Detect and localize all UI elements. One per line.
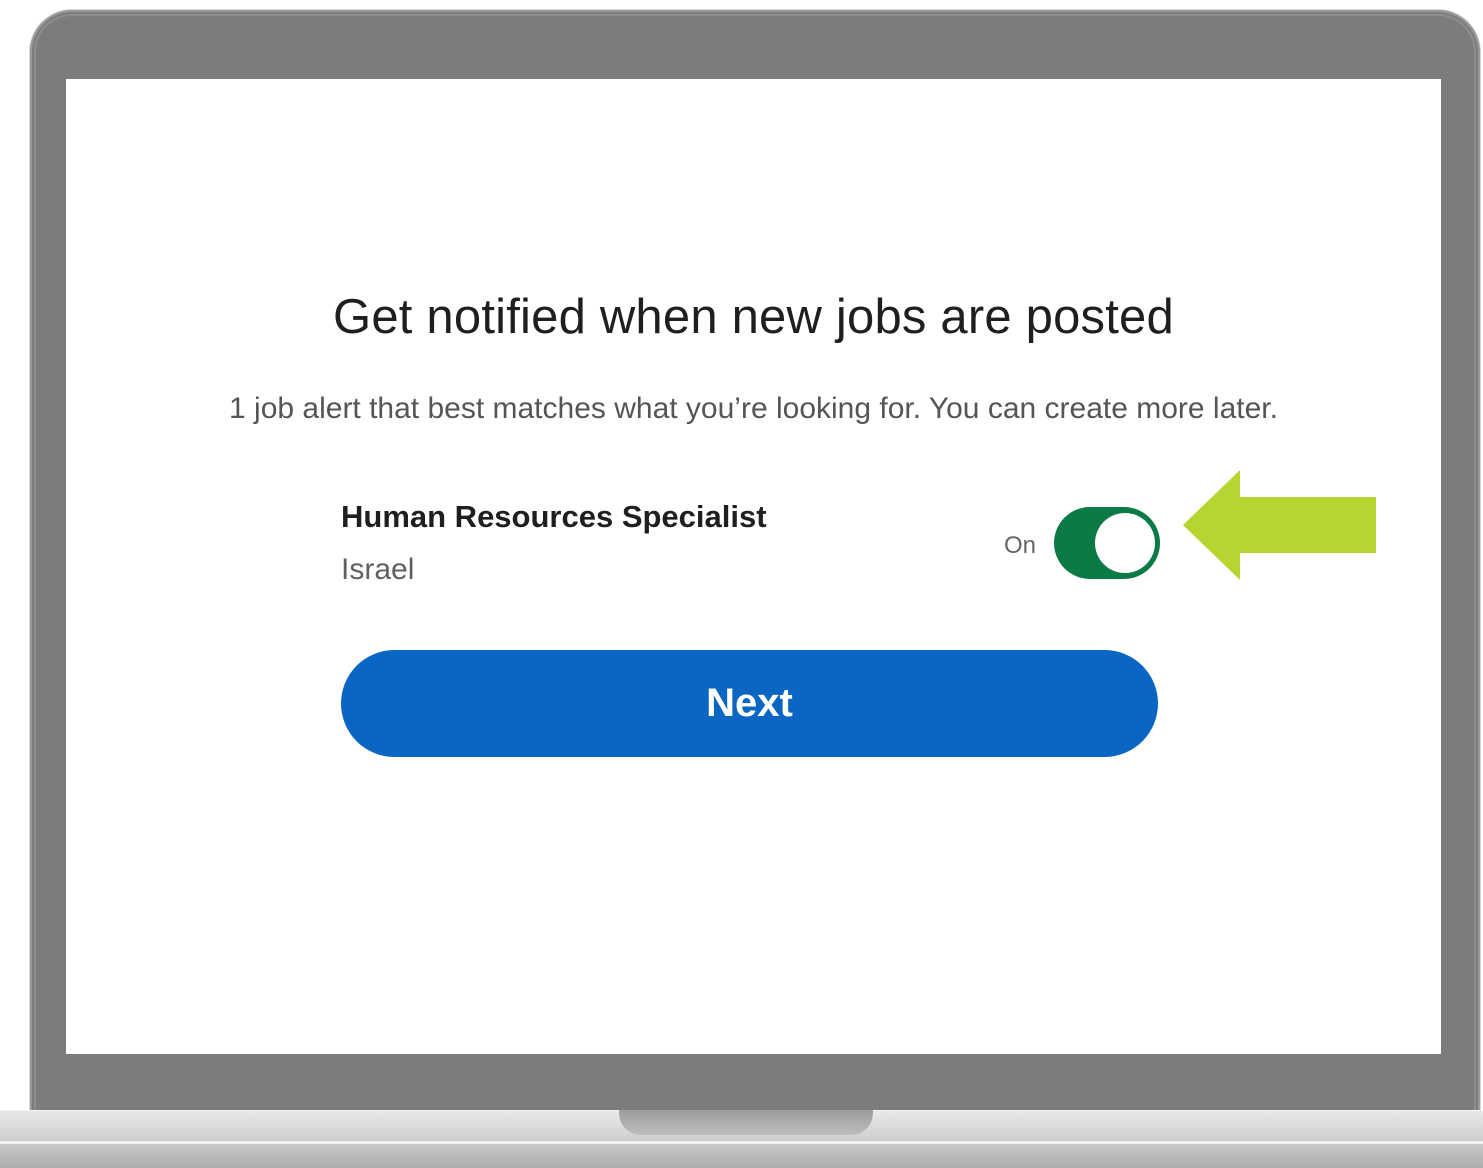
toggle-track[interactable] <box>1054 507 1160 579</box>
job-alert-row: Human Resources Specialist Israel On <box>341 499 1161 594</box>
toggle-knob <box>1095 513 1155 573</box>
laptop-frame: Get notified when new jobs are posted 1 … <box>0 0 1483 1168</box>
next-button[interactable]: Next <box>341 650 1158 757</box>
arrow-left-icon-shape <box>1183 470 1376 580</box>
job-alert-toggle[interactable]: On <box>1004 505 1161 581</box>
arrow-left-icon <box>1183 470 1376 580</box>
page-subtitle: 1 job alert that best matches what you’r… <box>229 392 1278 425</box>
laptop-hinge-notch <box>619 1110 873 1135</box>
job-alert-title: Human Resources Specialist <box>341 499 767 534</box>
toggle-state-label: On <box>1004 532 1037 559</box>
page-title: Get notified when new jobs are posted <box>333 290 1174 344</box>
job-alert-location: Israel <box>341 553 415 586</box>
